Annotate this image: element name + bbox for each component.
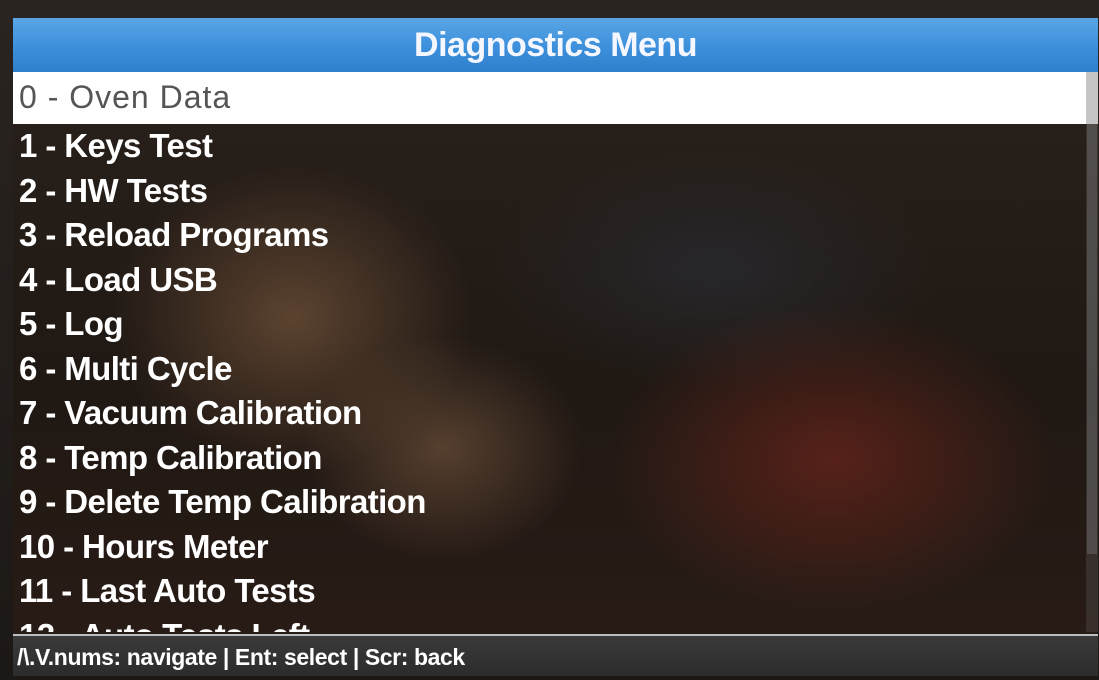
menu-item-reload-programs[interactable]: 3 - Reload Programs: [13, 213, 1098, 258]
menu-item-multi-cycle[interactable]: 6 - Multi Cycle: [13, 347, 1098, 392]
diagnostics-menu-list: 0 - Oven Data 1 - Keys Test 2 - HW Tests…: [13, 72, 1098, 632]
diagnostics-screen: Diagnostics Menu 0 - Oven Data 1 - Keys …: [13, 18, 1098, 676]
menu-item-hours-meter[interactable]: 10 - Hours Meter: [13, 525, 1098, 570]
menu-item-hw-tests[interactable]: 2 - HW Tests: [13, 169, 1098, 214]
page-title: Diagnostics Menu: [414, 25, 697, 64]
title-bar: Diagnostics Menu: [13, 18, 1098, 72]
menu-item-log[interactable]: 5 - Log: [13, 302, 1098, 347]
menu-item-keys-test[interactable]: 1 - Keys Test: [13, 124, 1098, 169]
menu-item-temp-calibration[interactable]: 8 - Temp Calibration: [13, 436, 1098, 481]
menu-item-vacuum-calibration[interactable]: 7 - Vacuum Calibration: [13, 391, 1098, 436]
menu-item-last-auto-tests[interactable]: 11 - Last Auto Tests: [13, 569, 1098, 614]
menu-item-delete-temp-calibration[interactable]: 9 - Delete Temp Calibration: [13, 480, 1098, 525]
menu-item-auto-tests-left[interactable]: 12 - Auto Tests Left: [13, 614, 1098, 633]
menu-scrollbar[interactable]: [1086, 72, 1098, 632]
menu-item-oven-data[interactable]: 0 - Oven Data: [13, 72, 1098, 124]
menu-item-load-usb[interactable]: 4 - Load USB: [13, 258, 1098, 303]
footer-hint-bar: /\.V.nums: navigate | Ent: select | Scr:…: [13, 634, 1098, 676]
navigation-hint: /\.V.nums: navigate | Ent: select | Scr:…: [17, 643, 465, 670]
menu-scrollbar-thumb[interactable]: [1087, 124, 1097, 554]
